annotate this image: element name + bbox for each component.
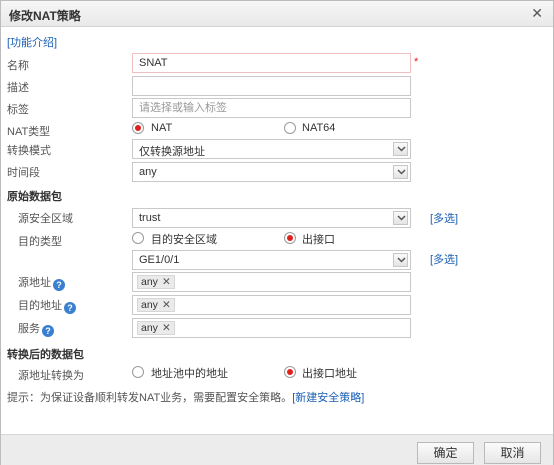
service-tag-label: any — [141, 322, 158, 334]
convert-mode-label: 转换模式 — [7, 145, 51, 157]
dest-type-radio-zone[interactable] — [132, 232, 144, 244]
chevron-down-icon[interactable] — [393, 165, 408, 179]
src-addr-label-text: 源地址 — [18, 277, 51, 289]
edit-nat-policy-dialog: 修改NAT策略 ✕ [功能介绍] 名称 SNAT * 描述 标签 请选择或输入标… — [0, 0, 554, 465]
nat-type-label: NAT类型 — [7, 126, 51, 138]
help-icon[interactable]: ? — [53, 279, 65, 291]
src-zone-select[interactable]: trust — [132, 208, 411, 228]
dialog-footer: 确定 取消 — [1, 434, 553, 465]
translated-packet-section-title: 转换后的数据包 — [7, 349, 84, 361]
interface-select[interactable]: GE1/0/1 — [132, 250, 411, 270]
src-translate-option-interface: 出接口地址 — [302, 368, 357, 380]
interface-multi-select-link[interactable]: [多选] — [430, 251, 458, 267]
nat-type-radio-nat64[interactable] — [284, 122, 296, 134]
chevron-down-icon[interactable] — [393, 253, 408, 267]
chevron-down-icon[interactable] — [393, 211, 408, 225]
dest-type-option-interface: 出接口 — [302, 234, 335, 246]
close-icon[interactable]: ✕ — [531, 5, 543, 21]
src-translate-label: 源地址转换为 — [18, 370, 84, 382]
service-tag-input[interactable]: any ✕ — [132, 318, 411, 338]
description-label: 描述 — [7, 82, 29, 94]
src-zone-multi-select-link[interactable]: [多选] — [430, 210, 458, 226]
dst-addr-tag: any ✕ — [137, 298, 175, 312]
convert-mode-value: 仅转换源地址 — [139, 146, 205, 158]
src-translate-option-pool: 地址池中的地址 — [151, 368, 228, 380]
tags-input[interactable]: 请选择或输入标签 — [132, 98, 411, 118]
src-zone-label: 源安全区域 — [18, 213, 73, 225]
src-addr-tag-label: any — [141, 276, 158, 288]
src-addr-tag-input[interactable]: any ✕ — [132, 272, 411, 292]
chevron-down-icon[interactable] — [393, 142, 408, 156]
nat-type-option-nat: NAT — [151, 122, 173, 134]
help-icon[interactable]: ? — [42, 325, 54, 337]
interface-value: GE1/0/1 — [139, 254, 180, 266]
ok-button[interactable]: 确定 — [417, 442, 474, 464]
dst-addr-tag-label: any — [141, 299, 158, 311]
remove-tag-icon[interactable]: ✕ — [162, 299, 171, 311]
service-label: 服务? — [18, 320, 54, 337]
remove-tag-icon[interactable]: ✕ — [162, 276, 171, 288]
dst-addr-label: 目的地址? — [18, 297, 76, 314]
hint-text: 提示：为保证设备顺利转发NAT业务，需要配置安全策略。 — [7, 392, 293, 404]
remove-tag-icon[interactable]: ✕ — [162, 322, 171, 334]
convert-mode-select[interactable]: 仅转换源地址 — [132, 139, 411, 159]
original-packet-section-title: 原始数据包 — [7, 191, 62, 203]
new-security-policy-link[interactable]: [新建安全策略] — [292, 392, 364, 404]
src-translate-radio-pool[interactable] — [132, 366, 144, 378]
required-mark: * — [414, 56, 419, 68]
name-input[interactable]: SNAT — [132, 53, 411, 73]
help-link[interactable]: [功能介绍] — [7, 34, 57, 50]
nat-type-option-nat64: NAT64 — [302, 122, 336, 134]
time-range-label: 时间段 — [7, 167, 40, 179]
dest-type-radio-interface[interactable] — [284, 232, 296, 244]
tags-label: 标签 — [7, 104, 29, 116]
nat-type-radio-nat[interactable] — [132, 122, 144, 134]
dst-addr-label-text: 目的地址 — [18, 300, 62, 312]
dialog-titlebar: 修改NAT策略 ✕ — [1, 1, 553, 27]
service-tag: any ✕ — [137, 321, 175, 335]
dialog-title: 修改NAT策略 — [9, 9, 81, 23]
help-icon[interactable]: ? — [64, 302, 76, 314]
dest-type-option-zone: 目的安全区域 — [151, 234, 217, 246]
name-label: 名称 — [7, 60, 29, 72]
src-addr-label: 源地址? — [18, 274, 65, 291]
time-range-value: any — [139, 166, 157, 178]
dst-addr-tag-input[interactable]: any ✕ — [132, 295, 411, 315]
cancel-button[interactable]: 取消 — [484, 442, 541, 464]
src-addr-tag: any ✕ — [137, 275, 175, 289]
src-translate-radio-interface[interactable] — [284, 366, 296, 378]
time-range-select[interactable]: any — [132, 162, 411, 182]
dest-type-label: 目的类型 — [18, 236, 62, 248]
src-zone-value: trust — [139, 212, 161, 224]
hint: 提示：为保证设备顺利转发NAT业务，需要配置安全策略。[新建安全策略] — [7, 389, 364, 405]
description-input[interactable] — [132, 76, 411, 96]
service-label-text: 服务 — [18, 323, 40, 335]
